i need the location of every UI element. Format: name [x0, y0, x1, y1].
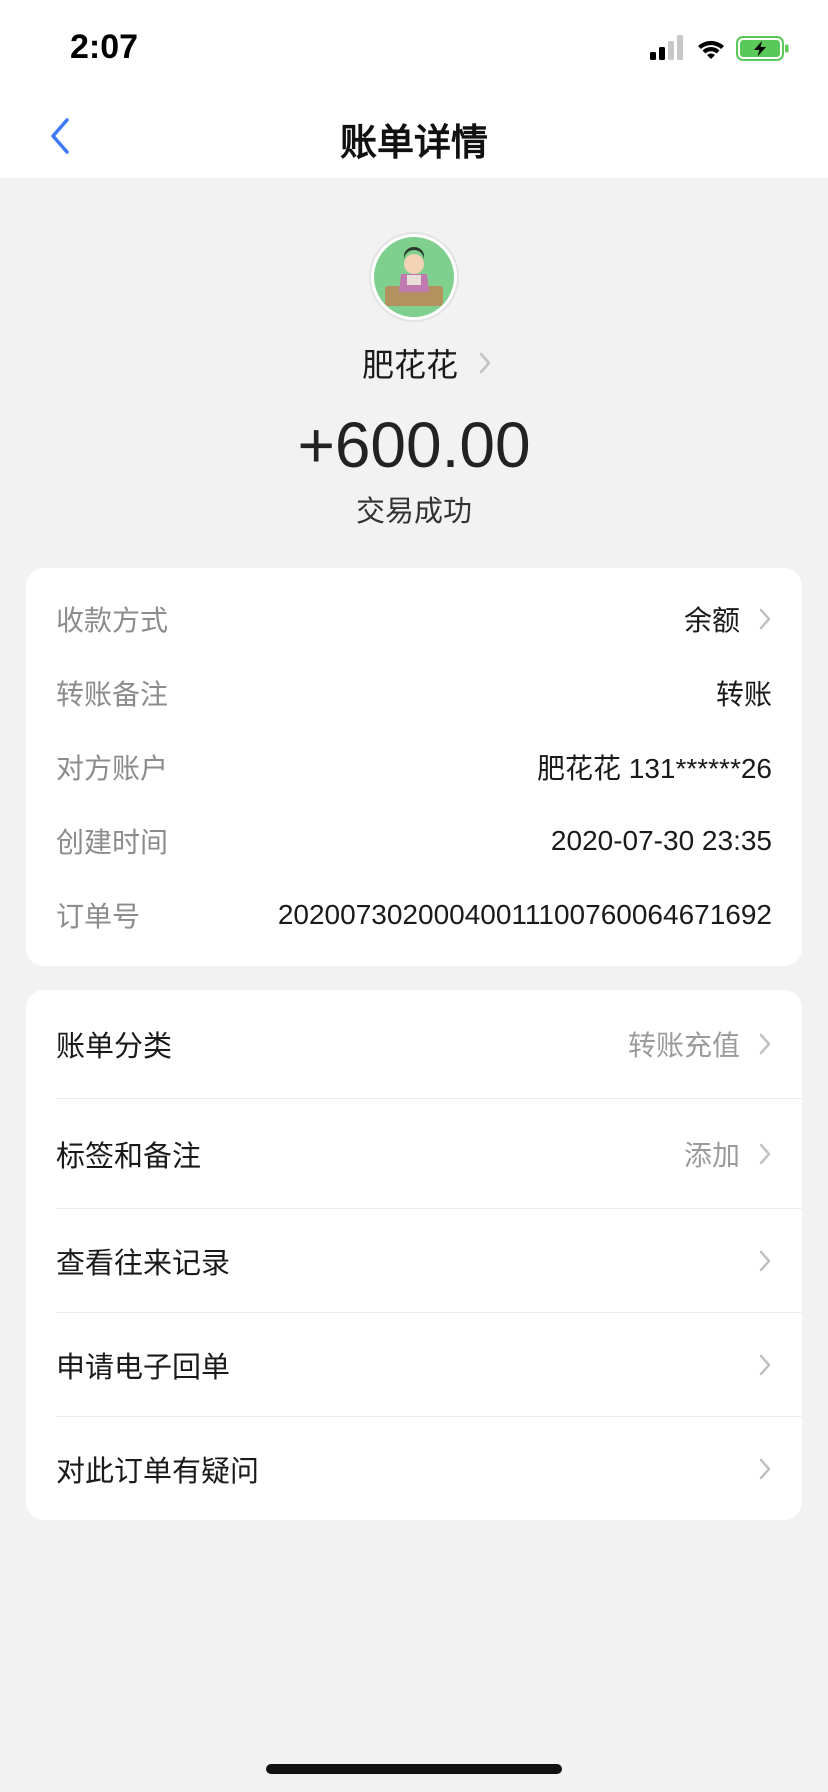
status-bar: 2:07 — [0, 0, 828, 100]
transaction-status: 交易成功 — [355, 496, 472, 528]
action-order-question[interactable]: 对此订单有疑问 — [56, 1417, 802, 1521]
chevron-right-icon — [759, 1033, 771, 1055]
action-label: 查看往来记录 — [56, 1247, 231, 1280]
chevron-right-icon — [759, 1250, 771, 1271]
counterparty-name: 肥花花 — [361, 347, 458, 383]
battery-charging-icon — [736, 36, 789, 61]
action-label: 标签和备注 — [56, 1140, 202, 1173]
detail-value: 肥花花 131******26 — [536, 753, 772, 784]
detail-label: 订单号 — [56, 901, 141, 932]
actions-card: 账单分类 转账充值 标签和备注 添加 查看往来记录 申请电子回单 对此订单有疑问 — [26, 990, 802, 1520]
chevron-right-icon — [759, 608, 771, 630]
page-title: 账单详情 — [340, 122, 488, 163]
counterparty-link[interactable]: 肥花花 — [0, 340, 828, 386]
detail-row-order-number: 订单号 2020073020004001110076006467​1692 — [56, 890, 772, 940]
detail-value: 余额 — [683, 605, 740, 636]
action-value: 添加 — [683, 1139, 740, 1171]
detail-label: 转账备注 — [56, 679, 169, 710]
avatar[interactable] — [369, 232, 459, 322]
avatar-image — [374, 237, 454, 317]
detail-row-payment-method[interactable]: 收款方式 余额 — [56, 594, 772, 644]
chevron-right-icon — [759, 1458, 771, 1480]
action-label: 对此订单有疑问 — [56, 1456, 260, 1488]
transaction-summary: 肥花花 +600.00 交易成功 — [0, 232, 828, 530]
cellular-signal-icon — [650, 35, 683, 60]
action-label: 账单分类 — [56, 1031, 173, 1063]
detail-row-created-time: 创建时间 2020-07-30 23:35 — [56, 816, 772, 866]
detail-value: 2020-07-30 23:35 — [550, 825, 772, 856]
detail-row-remark: 转账备注 转账 — [56, 668, 772, 718]
action-tags-and-notes[interactable]: 标签和备注 添加 — [56, 1099, 802, 1209]
transaction-amount: +600.00 — [297, 409, 531, 481]
detail-value: 转账 — [715, 679, 772, 710]
chevron-right-icon — [759, 1354, 771, 1375]
transaction-details-card: 收款方式 余额 转账备注 转账 对方账户 肥花花 131******26 创建时… — [26, 568, 802, 966]
detail-label: 收款方式 — [56, 605, 169, 636]
action-view-history[interactable]: 查看往来记录 — [56, 1209, 802, 1313]
navigation-bar: 账单详情 — [0, 100, 828, 178]
detail-value: 2020073020004001110076006467​1692 — [277, 899, 772, 930]
action-bill-category[interactable]: 账单分类 转账充值 — [56, 990, 802, 1099]
chevron-right-icon — [479, 352, 491, 374]
detail-label: 创建时间 — [56, 827, 169, 858]
status-icons — [650, 34, 792, 64]
action-request-e-receipt[interactable]: 申请电子回单 — [56, 1313, 802, 1417]
action-label: 申请电子回单 — [56, 1351, 231, 1384]
chevron-right-icon — [759, 1143, 771, 1164]
home-indicator[interactable] — [266, 1764, 562, 1774]
detail-row-counterparty-account: 对方账户 肥花花 131******26 — [56, 742, 772, 792]
action-value: 转账充值 — [627, 1030, 740, 1061]
wifi-icon — [698, 40, 724, 59]
status-time: 2:07 — [70, 28, 139, 66]
detail-label: 对方账户 — [56, 753, 169, 784]
